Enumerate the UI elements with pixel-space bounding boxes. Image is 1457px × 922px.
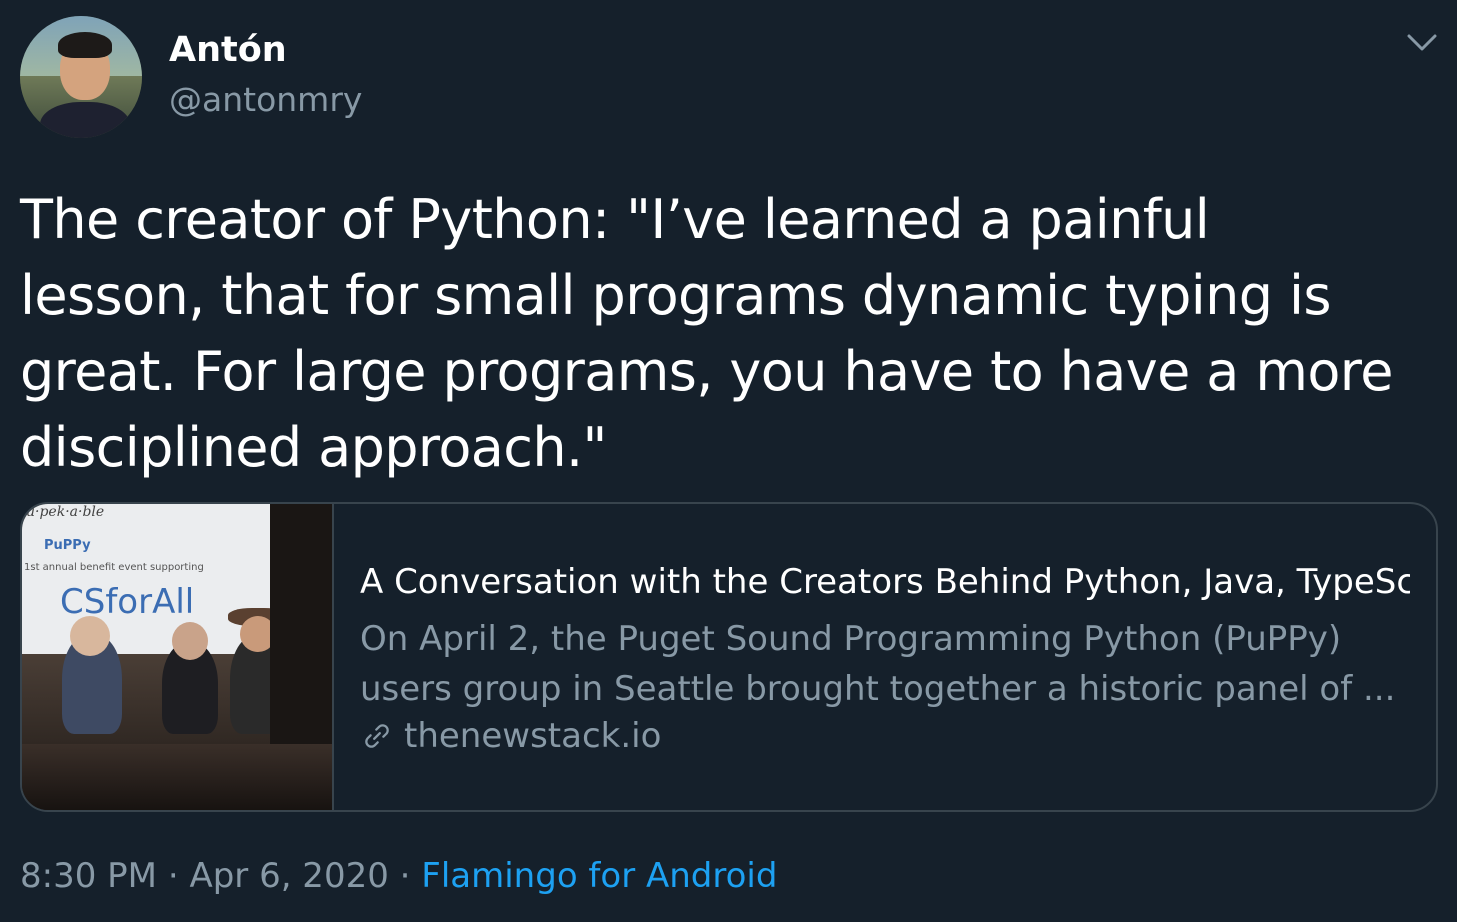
- display-name[interactable]: Antón: [169, 30, 287, 70]
- avatar[interactable]: [20, 16, 142, 138]
- meta-separator: ·: [167, 856, 179, 896]
- panelist: [172, 622, 208, 660]
- user-handle[interactable]: @antonmry: [169, 80, 362, 119]
- chevron-down-icon[interactable]: [1407, 32, 1437, 54]
- link-preview-card[interactable]: u·pek·a·ble PuPPy 1st annual benefit eve…: [20, 502, 1438, 812]
- thumbnail-banner-text: u·pek·a·ble: [26, 504, 105, 520]
- thumbnail-csforall-logo: CSforAll: [60, 582, 195, 622]
- avatar-hair: [58, 32, 112, 58]
- card-thumbnail: u·pek·a·ble PuPPy 1st annual benefit eve…: [22, 504, 334, 810]
- tweet-source-link[interactable]: Flamingo for Android: [421, 856, 777, 896]
- meta-separator: ·: [399, 856, 411, 896]
- card-title[interactable]: A Conversation with the Creators Behind …: [360, 562, 1410, 602]
- tweet-time[interactable]: 8:30 PM: [20, 856, 157, 896]
- thumbnail-audience: [22, 744, 332, 810]
- panelist: [70, 616, 110, 656]
- link-icon: [365, 724, 389, 748]
- card-description: On April 2, the Puget Sound Programming …: [360, 619, 1396, 709]
- card-domain-text: thenewstack.io: [404, 716, 662, 756]
- avatar-shirt: [40, 102, 130, 138]
- thumbnail-event-text: 1st annual benefit event supporting: [24, 562, 204, 573]
- thumbnail-puppy-logo: PuPPy: [44, 538, 91, 553]
- tweet-metadata: 8:30 PM · Apr 6, 2020 · Flamingo for And…: [20, 856, 777, 896]
- card-domain[interactable]: thenewstack.io: [360, 716, 661, 756]
- tweet-text: The creator of Python: "I’ve learned a p…: [20, 188, 1393, 479]
- tweet-date[interactable]: Apr 6, 2020: [189, 856, 388, 896]
